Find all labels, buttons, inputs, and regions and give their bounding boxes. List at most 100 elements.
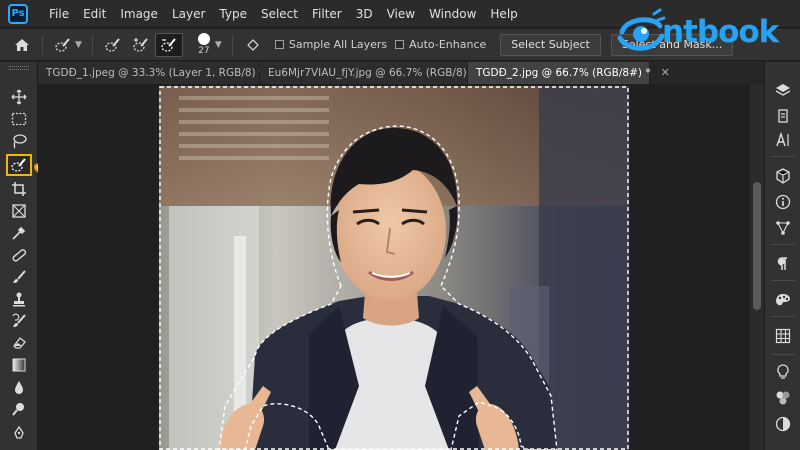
adjustments-icon xyxy=(775,416,791,432)
checkbox-box[interactable] xyxy=(274,40,284,49)
scrollbar-thumb[interactable] xyxy=(753,182,761,310)
3d-icon xyxy=(776,168,790,184)
paths-panel-button[interactable] xyxy=(770,104,796,128)
divider xyxy=(771,244,795,245)
brush-settings-icon[interactable] xyxy=(239,33,267,57)
new-selection-icon[interactable] xyxy=(99,33,127,57)
layers-icon xyxy=(775,84,791,96)
brand-logo: ntbook xyxy=(614,4,794,60)
gradient-icon xyxy=(12,358,26,372)
sample-all-layers-checkbox[interactable]: Sample All Layers xyxy=(274,38,388,51)
menu-image[interactable]: Image xyxy=(113,0,165,28)
auto-enhance-checkbox[interactable]: Auto-Enhance xyxy=(395,38,486,51)
eyedropper-tool[interactable] xyxy=(6,222,32,244)
brush-size-picker[interactable]: 27 xyxy=(191,33,217,56)
photoshop-logo-icon[interactable]: Ps xyxy=(8,3,28,24)
quick-selection-icon xyxy=(11,158,26,172)
properties-panel-button[interactable] xyxy=(770,216,796,240)
lasso-tool[interactable] xyxy=(6,130,32,152)
menu-window[interactable]: Window xyxy=(422,0,483,28)
brush-preview-icon xyxy=(197,33,210,45)
quick-selection-tool[interactable] xyxy=(6,154,32,176)
info-icon xyxy=(775,194,791,210)
divider xyxy=(771,354,795,355)
brand-name: ntbook xyxy=(662,14,779,50)
marquee-tool[interactable] xyxy=(6,108,32,130)
menu-layer[interactable]: Layer xyxy=(165,0,212,28)
lasso-icon xyxy=(13,134,27,149)
frame-tool[interactable] xyxy=(6,200,32,222)
paths-icon xyxy=(778,109,788,123)
menu-help[interactable]: Help xyxy=(483,0,524,28)
add-to-selection-icon[interactable] xyxy=(127,33,155,57)
divider xyxy=(771,280,795,281)
brush-icon xyxy=(13,270,26,283)
tab-label: TGDĐ_1.jpeg @ 33.3% (Layer 1, RGB/8) * xyxy=(46,67,265,79)
3d-panel-button[interactable] xyxy=(770,164,796,188)
crop-icon xyxy=(12,182,26,196)
divider xyxy=(42,34,43,55)
paragraph-panel-button[interactable] xyxy=(770,252,796,276)
blur-tool[interactable] xyxy=(6,376,32,398)
checkbox-box[interactable] xyxy=(395,40,405,49)
dodge-icon xyxy=(12,403,24,416)
home-icon[interactable] xyxy=(8,33,36,57)
tab-label: TGDĐ_2.jpg @ 66.7% (RGB/8#) * xyxy=(476,67,651,79)
eraser-tool[interactable] xyxy=(6,332,32,354)
divider xyxy=(771,316,795,317)
dodge-tool[interactable] xyxy=(6,398,32,420)
chevron-down-icon[interactable]: ▼ xyxy=(215,40,222,50)
layers-panel-button[interactable] xyxy=(770,78,796,102)
swatches-icon xyxy=(775,328,791,344)
marquee-icon xyxy=(11,112,27,126)
tab-document-1[interactable]: TGDĐ_1.jpeg @ 33.3% (Layer 1, RGB/8) * ✕ xyxy=(38,62,283,84)
chevron-down-icon[interactable]: ▼ xyxy=(75,40,82,50)
menu-3d[interactable]: 3D xyxy=(349,0,380,28)
pen-tool[interactable] xyxy=(6,422,32,444)
menu-file[interactable]: File xyxy=(42,0,76,28)
sample-all-layers-label: Sample All Layers xyxy=(288,38,388,51)
menu-select[interactable]: Select xyxy=(254,0,305,28)
eyedropper-icon xyxy=(12,226,26,240)
divider xyxy=(771,156,795,157)
brand-eye-icon xyxy=(614,6,666,58)
paragraph-icon xyxy=(777,257,787,270)
learn-panel-button[interactable] xyxy=(770,360,796,384)
healing-brush-tool[interactable] xyxy=(6,244,32,266)
styles-icon xyxy=(776,391,790,405)
tab-document-2[interactable]: Eu6Mjr7VIAU_fjY.jpg @ 66.7% (RGB/8) ✕ xyxy=(260,62,486,84)
panel-grip[interactable] xyxy=(9,66,29,70)
swatches-panel-button[interactable] xyxy=(770,324,796,348)
tab-document-3[interactable]: TGDĐ_2.jpg @ 66.7% (RGB/8#) * ✕ xyxy=(468,62,670,84)
adjustments-panel-button[interactable] xyxy=(770,412,796,436)
crop-tool[interactable] xyxy=(6,178,32,200)
pen-icon xyxy=(14,425,24,439)
close-icon[interactable]: ✕ xyxy=(661,62,670,84)
select-subject-button[interactable]: Select Subject xyxy=(500,33,601,56)
gradient-tool[interactable] xyxy=(6,354,32,376)
vertical-scrollbar[interactable] xyxy=(750,84,764,450)
move-icon xyxy=(11,89,27,105)
menu-edit[interactable]: Edit xyxy=(76,0,113,28)
menu-view[interactable]: View xyxy=(380,0,422,28)
brush-size-value: 27 xyxy=(198,46,210,56)
tool-preset-icon[interactable] xyxy=(49,33,77,57)
brush-tool[interactable] xyxy=(6,266,32,288)
move-tool[interactable] xyxy=(6,86,32,108)
clone-stamp-tool[interactable] xyxy=(6,288,32,310)
tools-panel xyxy=(0,62,38,450)
color-icon xyxy=(776,294,790,306)
divider xyxy=(91,34,93,55)
document-image[interactable] xyxy=(159,86,629,450)
styles-panel-button[interactable] xyxy=(770,386,796,410)
subtract-from-selection-icon[interactable] xyxy=(154,32,183,57)
color-panel-button[interactable] xyxy=(770,288,796,312)
blur-icon xyxy=(15,381,23,394)
menu-filter[interactable]: Filter xyxy=(305,0,349,28)
character-panel-button[interactable] xyxy=(770,128,796,152)
info-panel-button[interactable] xyxy=(770,190,796,214)
canvas-area[interactable] xyxy=(38,84,750,450)
menu-type[interactable]: Type xyxy=(212,0,254,28)
history-brush-tool[interactable] xyxy=(6,310,32,332)
document-tabs: TGDĐ_1.jpeg @ 33.3% (Layer 1, RGB/8) * ✕… xyxy=(38,62,764,84)
